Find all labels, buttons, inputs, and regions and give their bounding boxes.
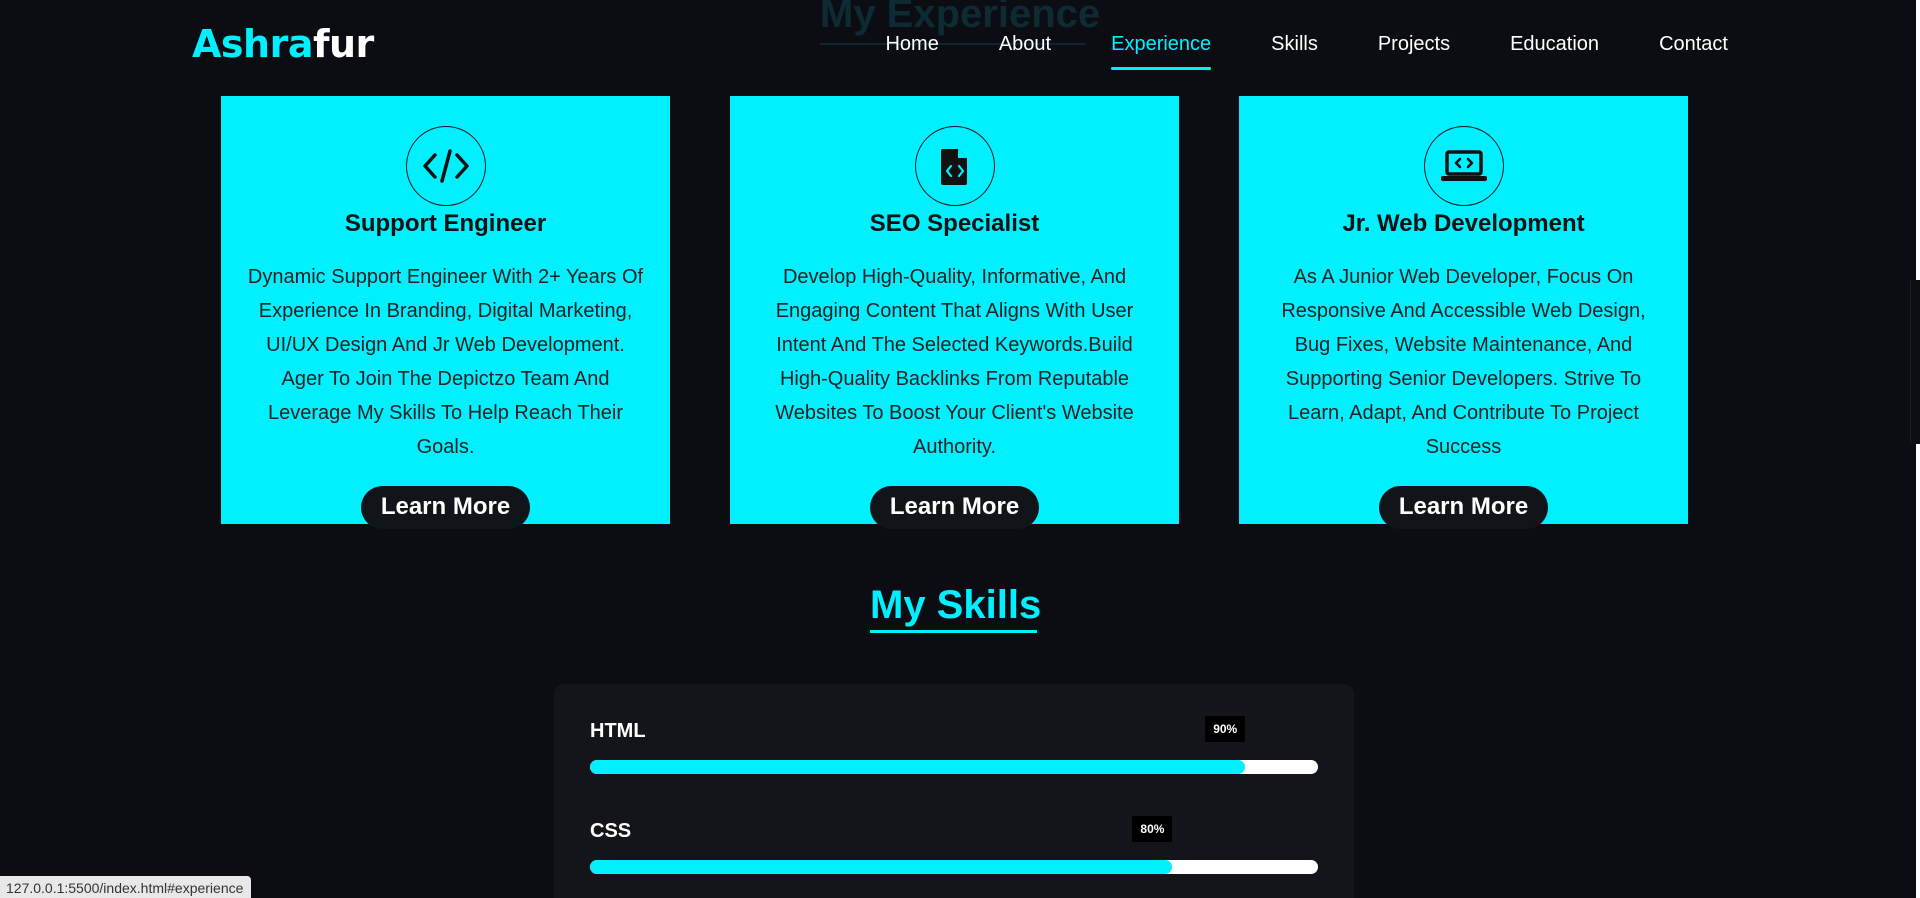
file-code-icon — [914, 126, 995, 206]
skill-html: HTML 90% — [590, 716, 1318, 774]
card-title: SEO Specialist — [869, 210, 1040, 237]
skill-percent-badge: 80% — [1132, 816, 1173, 842]
card-title: Support Engineer — [344, 210, 547, 237]
scrollbar-thumb[interactable] — [1910, 280, 1920, 444]
nav-experience[interactable]: Experience — [1111, 33, 1212, 70]
nav-home[interactable]: Home — [885, 33, 938, 70]
scrollbar-edge — [1916, 0, 1920, 280]
skill-progress-track — [590, 760, 1318, 774]
card-description: Dynamic Support Engineer With 2+ Years O… — [247, 266, 644, 458]
brand-logo-rest: fur — [312, 22, 374, 66]
scrollbar-edge — [1916, 444, 1920, 898]
experience-card-seo-specialist: SEO Specialist Develop High-Quality, Inf… — [730, 96, 1179, 529]
skill-progress-track — [590, 860, 1318, 874]
learn-more-button[interactable]: Learn More — [360, 486, 531, 529]
brand-logo[interactable]: Ashrafur — [192, 22, 374, 66]
main-nav: Home About Experience Skills Projects Ed… — [825, 33, 1728, 70]
learn-more-button[interactable]: Learn More — [869, 486, 1040, 529]
page-scrollbar[interactable] — [1908, 0, 1920, 898]
laptop-code-icon — [1423, 126, 1504, 206]
brand-logo-accent: Ashra — [192, 22, 313, 66]
experience-card-support-engineer: Support Engineer Dynamic Support Enginee… — [221, 96, 670, 529]
site-header: Ashrafur Home About Experience Skills Pr… — [0, 0, 1920, 92]
nav-education[interactable]: Education — [1510, 33, 1599, 70]
nav-contact[interactable]: Contact — [1659, 33, 1728, 70]
nav-projects[interactable]: Projects — [1378, 33, 1450, 70]
skills-heading-underline — [870, 630, 1037, 633]
card-description: Develop High-Quality, Informative, And E… — [775, 266, 1134, 458]
browser-status-url: 127.0.0.1:5500/index.html#experience — [0, 876, 252, 898]
skill-name: CSS — [590, 820, 632, 842]
experience-cards: Support Engineer Dynamic Support Enginee… — [221, 96, 1688, 529]
skills-heading: My Skills — [870, 583, 1042, 627]
skill-progress-fill — [590, 760, 1246, 774]
card-title: Jr. Web Development — [1342, 210, 1585, 237]
learn-more-button[interactable]: Learn More — [1378, 486, 1549, 529]
nav-skills[interactable]: Skills — [1271, 33, 1318, 70]
experience-card-jr-web-development: Jr. Web Development As A Junior Web Deve… — [1239, 96, 1688, 529]
skill-css: CSS 80% — [590, 816, 1318, 874]
skills-panel: HTML 90% CSS 80% — [554, 684, 1354, 898]
skill-progress-fill — [590, 860, 1173, 874]
card-description: As A Junior Web Developer, Focus On Resp… — [1281, 266, 1646, 458]
skill-percent-badge: 90% — [1205, 716, 1246, 742]
code-icon — [405, 126, 486, 206]
nav-about[interactable]: About — [999, 33, 1051, 70]
